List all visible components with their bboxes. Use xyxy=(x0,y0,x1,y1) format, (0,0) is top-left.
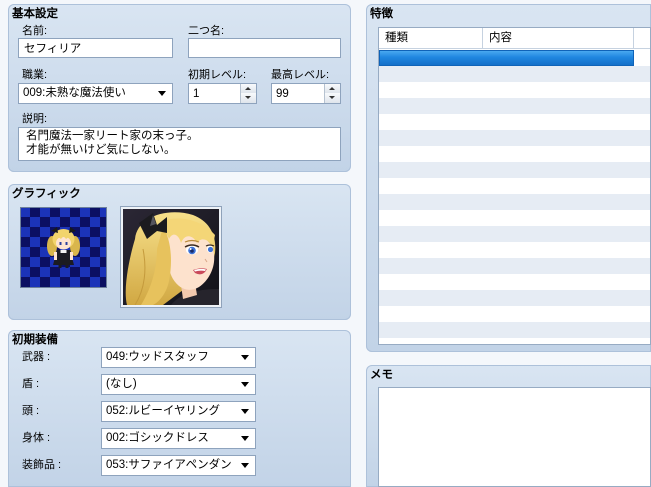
traits-title: 特徴 xyxy=(370,8,393,20)
max-level-label: 最高レベル: xyxy=(271,69,330,81)
traits-table-header: 種類 内容 xyxy=(379,28,650,49)
max-level-decrement-button[interactable] xyxy=(324,93,340,103)
class-select-value: 009:未熟な魔法使い xyxy=(23,87,126,99)
graphics-title: グラフィック xyxy=(12,188,81,200)
character-image-box[interactable] xyxy=(20,207,107,288)
description-textarea[interactable]: 名門魔法一家リート家の末っ子。 才能が無いけど気にしない。 xyxy=(18,127,341,161)
trait-type-cell xyxy=(380,51,483,65)
max-level-spinner xyxy=(271,83,341,104)
equip-select-accessory[interactable]: 053:サファイアペンダン xyxy=(101,455,256,476)
nickname-input[interactable] xyxy=(188,38,341,58)
equip-slot-label-shield: 盾 : xyxy=(22,378,40,390)
chevron-down-icon xyxy=(241,409,249,414)
initial-level-spinner-buttons xyxy=(240,84,256,103)
arrow-up-icon xyxy=(329,87,335,90)
equip-select-value: 052:ルビーイヤリング xyxy=(106,405,221,417)
traits-panel: 特徴 種類 内容 xyxy=(366,4,651,352)
chevron-down-icon xyxy=(241,436,249,441)
description-label: 説明: xyxy=(22,113,48,125)
class-label: 職業: xyxy=(22,69,48,81)
traits-table: 種類 内容 xyxy=(378,27,651,345)
chevron-down-icon xyxy=(241,355,249,360)
name-input[interactable] xyxy=(18,38,173,58)
equip-slot-label-accessory: 装飾品 : xyxy=(22,459,62,471)
memo-panel: メモ xyxy=(366,365,651,487)
initial-level-input[interactable] xyxy=(189,84,240,103)
initial-equipment-title: 初期装備 xyxy=(12,334,58,346)
max-level-spinner-buttons xyxy=(324,84,340,103)
equip-select-value: 049:ウッドスタッフ xyxy=(106,351,209,363)
class-select[interactable]: 009:未熟な魔法使い xyxy=(18,83,173,104)
column-header-type[interactable]: 種類 xyxy=(379,28,483,48)
arrow-up-icon xyxy=(245,87,251,90)
initial-level-spinner xyxy=(188,83,257,104)
equip-slot-label-weapon: 武器 : xyxy=(22,351,51,363)
trait-content-cell xyxy=(483,51,633,65)
equip-select-value: (なし) xyxy=(106,378,137,390)
memo-title: メモ xyxy=(370,369,393,381)
equip-select-shield[interactable]: (なし) xyxy=(101,374,256,395)
equip-select-weapon[interactable]: 049:ウッドスタッフ xyxy=(101,347,256,368)
basic-settings-title: 基本設定 xyxy=(12,8,58,20)
chevron-down-icon xyxy=(241,463,249,468)
equip-select-value: 053:サファイアペンダン xyxy=(106,459,232,471)
chevron-down-icon xyxy=(241,382,249,387)
equip-select-body[interactable]: 002:ゴシックドレス xyxy=(101,428,256,449)
nickname-label: 二つ名: xyxy=(188,25,225,37)
chevron-down-icon xyxy=(158,91,166,96)
equip-slot-label-body: 身体 : xyxy=(22,432,51,444)
description-line: 才能が無いけど気にしない。 xyxy=(26,144,176,156)
traits-table-body[interactable] xyxy=(379,49,650,344)
chibi-actor-sprite-icon xyxy=(47,227,80,268)
graphics-panel: グラフィック xyxy=(8,184,351,320)
basic-settings-panel: 基本設定 名前: 二つ名: 職業: 009:未熟な魔法使い 初期レベル: 最高レ… xyxy=(8,4,351,172)
name-label: 名前: xyxy=(22,25,48,37)
equip-select-value: 002:ゴシックドレス xyxy=(106,432,209,444)
max-level-input[interactable] xyxy=(272,84,324,103)
equip-slot-label-head: 頭 : xyxy=(22,405,40,417)
table-row-selected[interactable] xyxy=(379,50,634,66)
description-line: 名門魔法一家リート家の末っ子。 xyxy=(26,130,199,142)
initial-level-decrement-button[interactable] xyxy=(240,93,256,103)
equip-select-head[interactable]: 052:ルビーイヤリング xyxy=(101,401,256,422)
initial-level-label: 初期レベル: xyxy=(188,69,247,81)
arrow-down-icon xyxy=(329,96,335,99)
arrow-down-icon xyxy=(245,96,251,99)
column-header-content[interactable]: 内容 xyxy=(483,28,634,48)
initial-equipment-panel: 初期装備 武器 : 049:ウッドスタッフ 盾 : (なし) 頭 : 052:ル… xyxy=(8,330,351,487)
memo-textarea[interactable] xyxy=(378,387,651,487)
actor-face-portrait-icon xyxy=(123,209,219,305)
face-image-box[interactable] xyxy=(121,207,221,307)
